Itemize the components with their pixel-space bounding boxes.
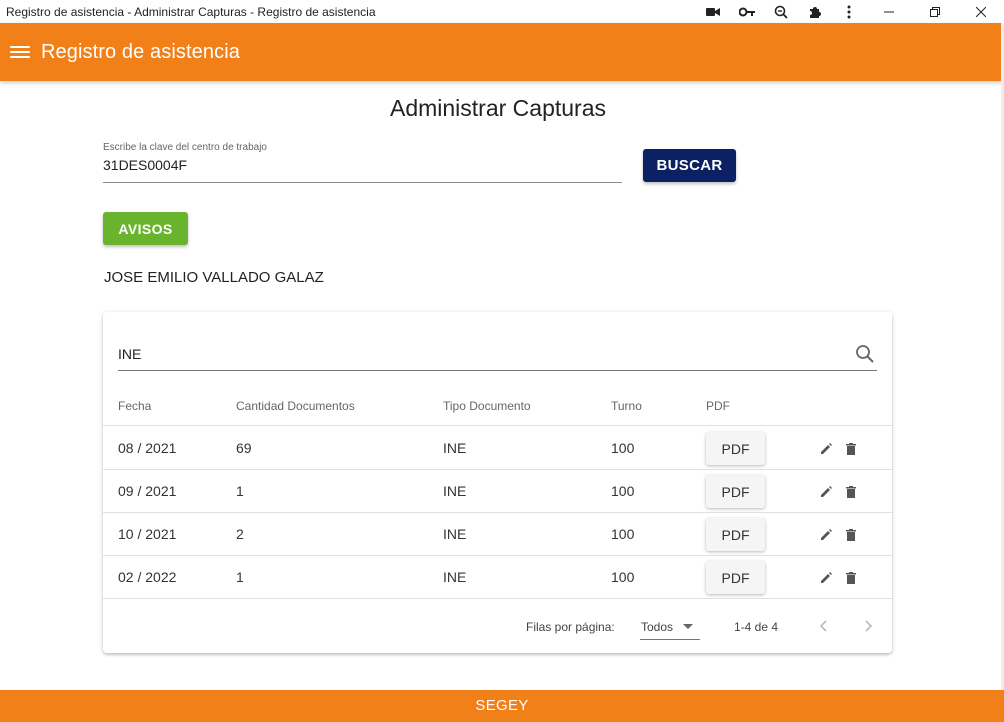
cell-turno: 100 xyxy=(611,483,635,499)
delete-icon[interactable] xyxy=(844,528,858,542)
cell-cantidad: 69 xyxy=(236,440,252,456)
avisos-button[interactable]: AVISOS xyxy=(103,212,188,245)
delete-icon[interactable] xyxy=(844,442,858,456)
edit-icon[interactable] xyxy=(819,528,833,542)
edit-icon[interactable] xyxy=(819,571,833,585)
header-turno[interactable]: Turno xyxy=(611,386,642,426)
header-tipo[interactable]: Tipo Documento xyxy=(443,386,531,426)
pdf-button[interactable]: PDF xyxy=(706,561,765,594)
header-fecha[interactable]: Fecha xyxy=(118,386,151,426)
cell-tipo: INE xyxy=(443,483,467,499)
caret-down-icon xyxy=(683,624,693,629)
captures-card: Fecha Cantidad Documentos Tipo Documento… xyxy=(103,312,892,653)
extensions-icon[interactable] xyxy=(798,0,832,23)
cell-turno: 100 xyxy=(611,440,635,456)
user-name: JOSE EMILIO VALLADO GALAZ xyxy=(104,269,324,286)
table-search-input[interactable] xyxy=(118,346,818,362)
close-icon[interactable] xyxy=(958,0,1004,23)
app-bar: Registro de asistencia xyxy=(0,23,1004,81)
cell-tipo: INE xyxy=(443,569,467,585)
chevron-left-icon[interactable] xyxy=(815,617,833,635)
cell-tipo: INE xyxy=(443,440,467,456)
table-row: 09 / 2021 1 INE 100 PDF xyxy=(103,470,892,513)
cell-cantidad: 2 xyxy=(236,526,244,542)
restore-icon[interactable] xyxy=(912,0,958,23)
table-pagination: Filas por página: Todos 1-4 de 4 xyxy=(103,601,892,651)
cell-fecha: 02 / 2022 xyxy=(118,569,177,585)
delete-icon[interactable] xyxy=(844,571,858,585)
cell-fecha: 08 / 2021 xyxy=(118,440,177,456)
window-title: Registro de asistencia - Administrar Cap… xyxy=(6,4,376,19)
work-center-input[interactable] xyxy=(103,157,622,173)
cell-turno: 100 xyxy=(611,569,635,585)
cell-fecha: 10 / 2021 xyxy=(118,526,177,542)
edit-icon[interactable] xyxy=(819,485,833,499)
zoom-icon[interactable] xyxy=(764,0,798,23)
cell-turno: 100 xyxy=(611,526,635,542)
pagination-range: 1-4 de 4 xyxy=(734,620,779,634)
browser-toolbar-icons xyxy=(696,0,1004,23)
rows-per-page-label: Filas por página: xyxy=(526,620,615,634)
pdf-button[interactable]: PDF xyxy=(706,432,765,465)
table-search xyxy=(118,338,877,371)
table-row: 10 / 2021 2 INE 100 PDF xyxy=(103,513,892,556)
rows-per-page-value: Todos xyxy=(641,620,674,634)
table-row: 02 / 2022 1 INE 100 PDF xyxy=(103,556,892,599)
buscar-button[interactable]: BUSCAR xyxy=(643,149,736,182)
key-icon[interactable] xyxy=(730,0,764,23)
window-titlebar: Registro de asistencia - Administrar Cap… xyxy=(0,0,1004,23)
search-icon[interactable] xyxy=(855,344,875,364)
edit-icon[interactable] xyxy=(819,442,833,456)
header-cantidad[interactable]: Cantidad Documentos xyxy=(236,386,355,426)
work-center-label: Escribe la clave del centro de trabajo xyxy=(103,142,267,153)
delete-icon[interactable] xyxy=(844,485,858,499)
minimize-icon[interactable] xyxy=(866,0,912,23)
page-footer: SEGEY xyxy=(0,690,1004,722)
cell-fecha: 09 / 2021 xyxy=(118,483,177,499)
more-vert-icon[interactable] xyxy=(832,0,866,23)
header-pdf[interactable]: PDF xyxy=(706,386,730,426)
chevron-right-icon[interactable] xyxy=(859,617,877,635)
cell-cantidad: 1 xyxy=(236,569,244,585)
menu-icon[interactable] xyxy=(10,44,30,60)
cell-tipo: INE xyxy=(443,526,467,542)
page-title: Administrar Capturas xyxy=(389,95,607,121)
table-row: 08 / 2021 69 INE 100 PDF xyxy=(103,427,892,470)
pdf-button[interactable]: PDF xyxy=(706,475,765,508)
pdf-button[interactable]: PDF xyxy=(706,518,765,551)
camera-icon[interactable] xyxy=(696,0,730,23)
app-title: Registro de asistencia xyxy=(41,40,240,63)
table-header: Fecha Cantidad Documentos Tipo Documento… xyxy=(103,386,892,426)
rows-per-page-select[interactable]: Todos xyxy=(640,612,700,640)
work-center-field: Escribe la clave del centro de trabajo xyxy=(103,142,622,183)
cell-cantidad: 1 xyxy=(236,483,244,499)
